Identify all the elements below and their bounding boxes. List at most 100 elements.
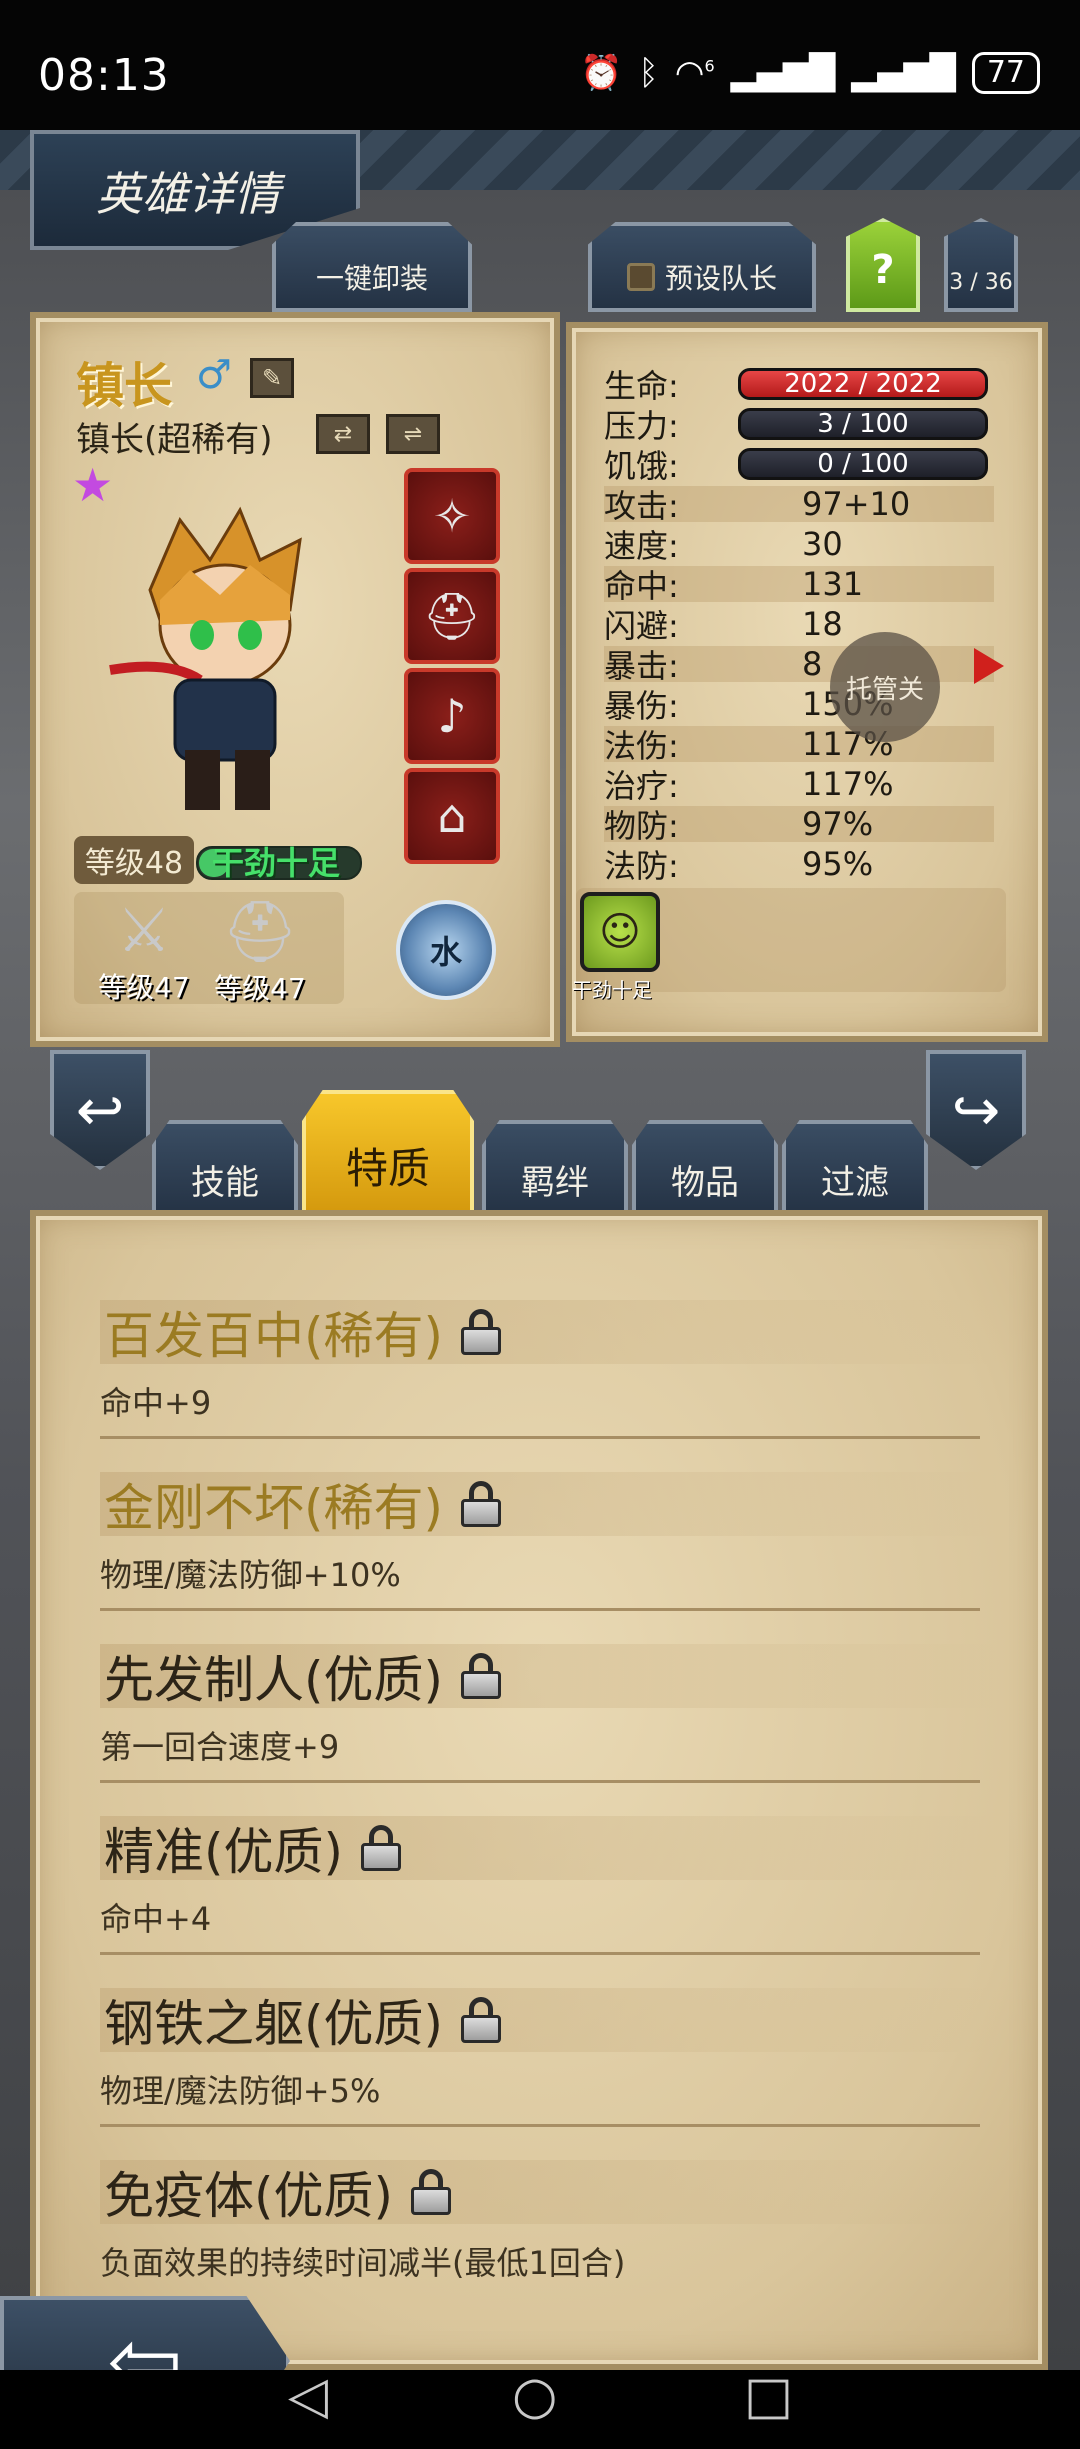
horn-icon: ♪ <box>437 689 467 743</box>
trait-item[interactable]: 先发制人(优质) 第一回合速度+9 <box>100 1644 1000 1768</box>
stress-bar: 3 / 100 <box>738 408 988 440</box>
alarm-icon: ⏰ <box>580 53 623 93</box>
stat-row: 闪避: 18 <box>604 605 994 645</box>
equip-slot-helmet[interactable]: ⛑ <box>404 568 500 664</box>
buff-label: 干劲十足 <box>572 978 652 1002</box>
page-title: 英雄详情 <box>96 167 280 221</box>
element-badge[interactable]: 水 <box>396 900 496 1000</box>
hero-portrait[interactable] <box>90 500 350 820</box>
help-button[interactable]: ? <box>846 218 920 312</box>
trait-item[interactable]: 精准(优质) 命中+4 <box>100 1816 1000 1940</box>
stat-value: 131 <box>802 565 864 603</box>
trait-name: 百发百中(稀有) <box>104 1307 444 1365</box>
stat-row: 法防: 95% <box>604 845 994 885</box>
trait-header: 免疫体(优质) <box>100 2160 1000 2225</box>
swap-icon: ⇄ <box>333 421 353 447</box>
status-icons: ⏰ ᛒ ◠6 ▂▄▆█ ▂▄▆█ 77 <box>580 52 1040 94</box>
nav-home-icon[interactable]: ○ <box>512 2366 557 2426</box>
weapon-level: 等级47 <box>98 971 190 1004</box>
weapon-slot[interactable]: ⚔ 等级47 <box>84 896 204 1006</box>
trait-name: 免疫体(优质) <box>104 2167 394 2225</box>
trait-item[interactable]: 金刚不坏(稀有) 物理/魔法防御+10% <box>100 1472 1000 1596</box>
stat-row-hunger: 饥饿: 0 / 100 <box>604 446 994 485</box>
lock-icon[interactable] <box>461 1653 502 1699</box>
arrow-left-icon: ↩ <box>75 1076 125 1144</box>
stat-value: 30 <box>802 525 843 563</box>
divider <box>100 2124 980 2127</box>
battery-indicator: 77 <box>971 52 1040 94</box>
tab-items[interactable]: 物品 <box>632 1120 778 1220</box>
tab-filter[interactable]: 过滤 <box>782 1120 928 1220</box>
preset-leader-button[interactable]: 预设队长 <box>588 222 816 312</box>
trait-header: 百发百中(稀有) <box>100 1300 1000 1365</box>
lock-icon[interactable] <box>461 1997 502 2043</box>
wifi-icon: ◠6 <box>674 53 715 93</box>
stat-row: 物防: 97% <box>604 805 994 845</box>
tab-skills[interactable]: 技能 <box>152 1120 298 1220</box>
trait-item[interactable]: 百发百中(稀有) 命中+9 <box>100 1300 1000 1424</box>
wifi-badge: 6 <box>704 56 715 76</box>
arrow-right-icon: ↪ <box>951 1076 1001 1144</box>
trusteeship-toggle[interactable]: 托管关 <box>830 632 940 742</box>
male-icon: ♂ <box>196 352 232 398</box>
rename-button[interactable]: ✎ <box>250 358 294 398</box>
trait-description: 第一回合速度+9 <box>100 1728 340 1766</box>
trait-description: 物理/魔法防御+5% <box>100 2072 381 2110</box>
trait-item[interactable]: 钢铁之躯(优质) 物理/魔法防御+5% <box>100 1988 1000 2112</box>
equip-slot-amulet[interactable]: ✧ <box>404 468 500 564</box>
stat-label: 法防: <box>604 847 679 885</box>
stat-value: 97% <box>802 805 874 843</box>
tab-traits[interactable]: 特质 <box>302 1090 474 1214</box>
armor-slot[interactable]: ⛑ 等级47 <box>200 896 320 1007</box>
nav-back-icon[interactable]: ◁ <box>288 2366 328 2426</box>
stat-row: 命中: 131 <box>604 565 994 605</box>
morale-buff-icon[interactable]: ☺ <box>580 892 660 972</box>
lock-icon[interactable] <box>461 1481 502 1527</box>
bluetooth-icon: ᛒ <box>638 53 659 93</box>
lock-icon[interactable] <box>461 1309 502 1355</box>
amulet-icon: ✧ <box>432 489 472 543</box>
lock-icon[interactable] <box>411 2169 452 2215</box>
trait-header: 精准(优质) <box>100 1816 1000 1881</box>
trait-name: 先发制人(优质) <box>104 1651 444 1709</box>
trait-name: 精准(优质) <box>104 1823 344 1881</box>
trait-item[interactable]: 免疫体(优质) 负面效果的持续时间减半(最低1回合) <box>100 2160 1000 2284</box>
hero-name: 镇长 <box>76 358 173 414</box>
stat-value: 97+10 <box>802 485 911 523</box>
lock-icon[interactable] <box>361 1825 402 1871</box>
trait-description: 命中+9 <box>100 1384 212 1422</box>
preset-leader-checkbox[interactable] <box>626 263 655 291</box>
nav-recents-icon[interactable]: □ <box>744 2366 793 2426</box>
class-detail-button[interactable]: ⇌ <box>386 414 440 454</box>
stat-value: 95% <box>802 845 874 883</box>
signal-icon: ▂▄▆█ <box>851 53 956 93</box>
trait-name: 钢铁之躯(优质) <box>104 1995 444 2053</box>
equip-slot-cloak[interactable]: ⌂ <box>404 768 500 864</box>
trait-name: 金刚不坏(稀有) <box>104 1479 444 1537</box>
armor-level: 等级47 <box>214 972 306 1005</box>
trait-description: 命中+4 <box>100 1900 212 1938</box>
status-clock: 08:13 <box>38 50 170 101</box>
divider <box>100 1780 980 1783</box>
unequip-all-button[interactable]: 一键卸装 <box>272 222 472 312</box>
tab-bonds[interactable]: 羁绊 <box>482 1120 628 1220</box>
preset-leader-label: 预设队长 <box>664 262 777 295</box>
equip-slot-horn[interactable]: ♪ <box>404 668 500 764</box>
hero-count-indicator: 3 / 36 <box>944 218 1018 312</box>
trait-header: 钢铁之躯(优质) <box>100 1988 1000 2053</box>
hero-level: 等级48 <box>74 836 194 884</box>
stat-value: 8 <box>802 645 823 683</box>
helmet-icon: ⛑ <box>221 897 299 967</box>
sword-icon: ⚔ <box>117 896 171 966</box>
trait-description: 物理/魔法防御+10% <box>100 1556 401 1594</box>
divider <box>100 1436 980 1439</box>
divider <box>100 1608 980 1611</box>
hp-bar: 2022 / 2022 <box>738 368 988 400</box>
trait-header: 先发制人(优质) <box>100 1644 1000 1709</box>
class-info-button[interactable]: ⇄ <box>316 414 370 454</box>
stat-row: 治疗: 117% <box>604 765 994 805</box>
expand-arrow-icon[interactable] <box>974 648 1004 684</box>
divider <box>100 1952 980 1955</box>
morale-status: 干劲十足 <box>212 844 341 882</box>
stat-value: 18 <box>802 605 843 643</box>
